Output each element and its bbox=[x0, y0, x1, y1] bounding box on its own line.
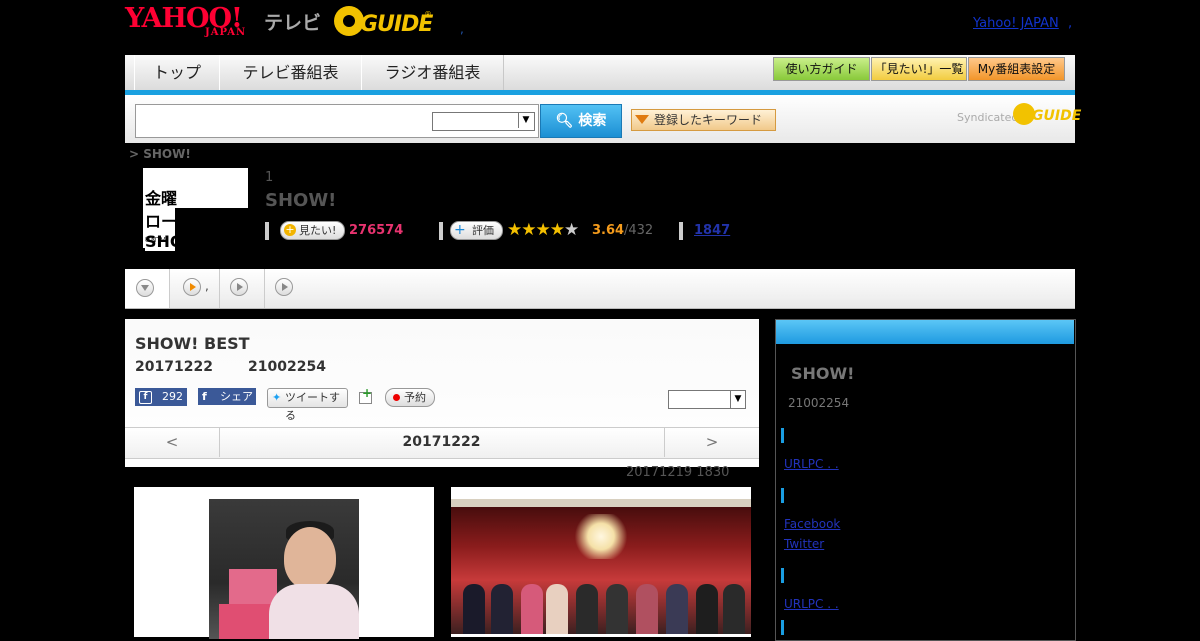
broadcast-date: 20171222 bbox=[135, 359, 213, 375]
section-marker bbox=[781, 488, 784, 503]
usage-guide-button[interactable]: 使い方ガイド bbox=[773, 57, 870, 81]
subtab-3[interactable] bbox=[220, 269, 265, 308]
subtab-2[interactable]: , bbox=[170, 269, 220, 308]
star-icon: ★ bbox=[521, 220, 536, 240]
program-thumbnail[interactable]: 金曜 ロードSHOW! ©NTV bbox=[143, 168, 248, 251]
next-date-button[interactable]: > bbox=[664, 427, 759, 457]
play-icon bbox=[230, 278, 248, 296]
section-marker bbox=[781, 620, 784, 635]
thumbnail-title-line2: ロードSHOW! bbox=[145, 208, 248, 251]
reviews-link[interactable]: 1847 bbox=[694, 223, 730, 238]
record-icon bbox=[393, 394, 400, 401]
my-schedule-settings-button[interactable]: My番組表設定 bbox=[968, 57, 1065, 81]
facebook-like-button[interactable]: f 292 bbox=[135, 388, 187, 406]
saved-keywords-button[interactable]: 登録したキーワード bbox=[631, 109, 776, 131]
tab-radio-schedule[interactable]: ラジオ番組表 bbox=[361, 55, 504, 90]
section-marker bbox=[781, 568, 784, 583]
mitai-label: 見たい! bbox=[299, 224, 337, 237]
subtab-separator: , bbox=[205, 279, 209, 293]
breadcrumb[interactable]: > SHOW! bbox=[129, 147, 191, 161]
episode-title: SHOW! BEST bbox=[135, 334, 250, 353]
reserve-label: 予約 bbox=[404, 391, 426, 404]
tab-tv-schedule[interactable]: テレビ番組表 bbox=[219, 55, 362, 90]
chevron-down-icon[interactable]: ▼ bbox=[518, 113, 533, 128]
hyouka-label: 評価 bbox=[472, 224, 494, 237]
mitai-list-button[interactable]: 「見たい!」一覧 bbox=[871, 57, 967, 81]
search-button[interactable]: 🔍︎ 検索 bbox=[540, 104, 622, 138]
divider bbox=[439, 222, 443, 240]
facebook-icon: f bbox=[202, 390, 207, 403]
section-marker bbox=[781, 428, 784, 443]
syndicated-label: Syndicated bbox=[957, 111, 1019, 124]
half-star-icon: ★ bbox=[549, 220, 565, 240]
side-panel-header bbox=[776, 320, 1074, 344]
twitter-bird-icon: ✦ bbox=[272, 391, 282, 404]
reserve-button[interactable]: 予約 bbox=[385, 388, 435, 407]
plus-icon: + bbox=[284, 223, 296, 236]
mitai-button[interactable]: + 見たい! bbox=[280, 221, 345, 240]
star-rating: ★★★★★ bbox=[507, 220, 579, 240]
current-date: 20171222 bbox=[402, 434, 481, 450]
subtab-4[interactable] bbox=[265, 269, 309, 308]
hyouka-button[interactable]: + 評価 bbox=[450, 221, 503, 240]
plus-icon: + bbox=[454, 222, 466, 238]
mitai-count: 276574 bbox=[349, 223, 404, 238]
side-panel-subtitle: 21002254 bbox=[788, 396, 850, 410]
play-icon bbox=[183, 278, 201, 296]
facebook-icon: f bbox=[139, 391, 152, 404]
star-empty-icon: ★ bbox=[564, 220, 579, 240]
main-nav: トップ テレビ番組表 ラジオ番組表 使い方ガイド 「見たい!」一覧 My番組表設… bbox=[125, 55, 1075, 95]
divider bbox=[265, 222, 269, 240]
chevron-down-icon: ▼ bbox=[730, 391, 745, 408]
chevron-down-icon bbox=[136, 279, 154, 297]
divider bbox=[679, 222, 683, 240]
rating-count: /432 bbox=[624, 223, 654, 238]
episode-photo-studio[interactable] bbox=[451, 499, 751, 634]
yahoo-japan-logo-text: JAPAN bbox=[205, 27, 247, 38]
star-icon: ★ bbox=[535, 220, 551, 240]
play-icon bbox=[275, 278, 293, 296]
g-guide-logo-text[interactable]: GUIDE bbox=[360, 12, 433, 37]
facebook-link[interactable]: Facebook bbox=[784, 517, 840, 531]
registered-mark: ® bbox=[424, 10, 432, 19]
dropdown-triangle-icon bbox=[635, 115, 649, 124]
tweet-label: ツイートする bbox=[285, 391, 340, 422]
side-panel-title: SHOW! bbox=[791, 364, 855, 383]
header-link-separator: , bbox=[1068, 16, 1073, 31]
header-separator: , bbox=[460, 22, 464, 36]
syndicated-guide-text: GUIDE bbox=[1032, 108, 1082, 124]
twitter-link[interactable]: Twitter bbox=[784, 537, 824, 551]
prev-date-button[interactable]: < bbox=[125, 427, 220, 457]
thumbnail-title-line1: 金曜 bbox=[145, 189, 178, 208]
url-pc-link[interactable]: URLPC . . bbox=[784, 457, 839, 471]
share-label: シェア bbox=[220, 390, 253, 403]
episode-select[interactable]: ▼ bbox=[668, 390, 746, 409]
url-pc-link-2[interactable]: URLPC . . bbox=[784, 597, 839, 611]
facebook-count: 292 bbox=[162, 390, 183, 403]
subtab-active[interactable] bbox=[125, 269, 170, 308]
program-title: SHOW! bbox=[265, 190, 337, 211]
episode-photo-portrait[interactable] bbox=[209, 499, 359, 639]
thumbnail-credit: ©NTV bbox=[144, 236, 166, 244]
yahoo-japan-link[interactable]: Yahoo! JAPAN bbox=[973, 16, 1059, 31]
episode-number: 1 bbox=[265, 170, 274, 185]
updated-timestamp: 20171219 1830 bbox=[626, 465, 730, 480]
tv-logo-label[interactable]: テレビ bbox=[264, 8, 321, 35]
facebook-share-button[interactable]: f シェア bbox=[198, 388, 256, 405]
broadcast-time: 21002254 bbox=[248, 359, 326, 375]
search-icon: 🔍︎ bbox=[555, 113, 574, 129]
search-button-label: 検索 bbox=[578, 113, 607, 129]
saved-keywords-label: 登録したキーワード bbox=[654, 113, 763, 127]
star-icon: ★ bbox=[507, 220, 522, 240]
add-to-list-icon[interactable]: + bbox=[357, 386, 373, 404]
sub-nav: , bbox=[125, 269, 1075, 309]
tab-top[interactable]: トップ bbox=[134, 55, 220, 90]
tweet-button[interactable]: ✦ ツイートする bbox=[267, 388, 348, 422]
rating-value: 3.64 bbox=[592, 223, 625, 238]
